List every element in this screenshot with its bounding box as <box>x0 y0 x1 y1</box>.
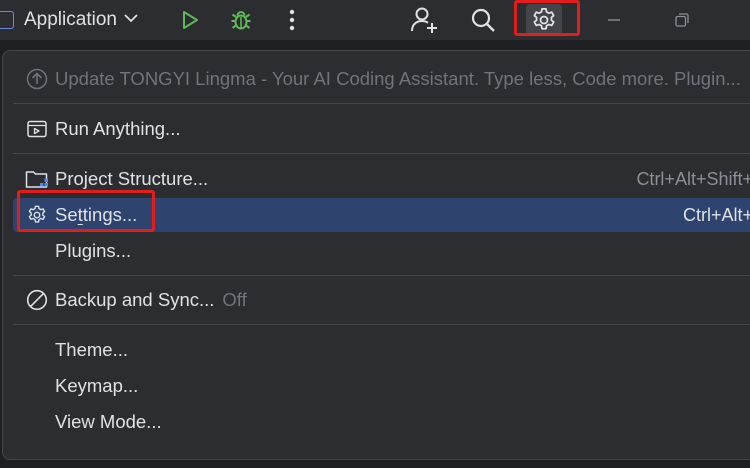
menu-item-view-mode[interactable]: View Mode... <box>13 405 750 439</box>
menu-item-label: Run Anything... <box>55 118 181 139</box>
chevron-down-icon <box>123 10 139 31</box>
menu-item-shortcut: Ctrl+Alt+Shift+ <box>636 168 750 189</box>
settings-toolbar-button[interactable] <box>526 4 562 36</box>
add-user-icon <box>411 7 437 33</box>
restore-icon <box>675 13 689 27</box>
minimize-icon <box>608 19 620 21</box>
label-part: tings... <box>82 204 138 225</box>
more-vertical-icon <box>289 9 295 31</box>
run-config-icon <box>0 11 14 29</box>
debug-icon <box>231 11 251 30</box>
menu-item-run-anything[interactable]: Run Anything... <box>13 112 750 146</box>
minimize-window-button[interactable] <box>598 4 630 36</box>
debug-button[interactable] <box>225 4 257 36</box>
run-icon <box>183 11 198 29</box>
menu-separator <box>13 275 750 276</box>
menu-item-label: Backup and Sync... Off <box>55 289 247 311</box>
run-button[interactable] <box>174 4 206 36</box>
code-with-me-button[interactable] <box>408 4 440 36</box>
menu-item-backup-and-sync[interactable]: Backup and Sync... Off <box>13 283 750 317</box>
label-part: Se <box>55 204 78 225</box>
menu-item-keymap[interactable]: Keymap... <box>13 369 750 403</box>
update-arrow-icon <box>25 67 49 91</box>
main-menu-popup: Update TONGYI Lingma - Your AI Coding As… <box>2 50 750 460</box>
menu-item-label: Update TONGYI Lingma - Your AI Coding As… <box>55 68 741 89</box>
menu-item-settings[interactable]: Settings... Ctrl+Alt+ <box>13 198 750 232</box>
gear-icon <box>25 203 49 227</box>
gear-icon <box>533 8 555 30</box>
menu-separator <box>13 324 750 325</box>
run-anything-icon <box>25 117 49 141</box>
restore-window-button[interactable] <box>666 4 698 36</box>
menu-item-label: Plugins... <box>55 240 132 261</box>
menu-item-plugins[interactable]: Plugins... <box>13 234 750 268</box>
menu-item-theme[interactable]: Theme... <box>13 333 750 367</box>
main-toolbar: Application <box>0 0 750 40</box>
menu-item-label: View Mode... <box>55 411 162 432</box>
disabled-circle-icon <box>25 288 49 312</box>
menu-item-label: Settings... <box>55 204 137 226</box>
menu-separator <box>13 153 750 154</box>
more-actions-button[interactable] <box>276 4 308 36</box>
project-structure-icon <box>25 167 49 191</box>
menu-item-project-structure[interactable]: Project Structure... Ctrl+Alt+Shift+ <box>13 162 750 196</box>
run-configuration-selector[interactable]: Application <box>0 7 139 33</box>
menu-item-label: Theme... <box>55 339 128 360</box>
search-icon <box>471 8 495 32</box>
backup-label: Backup and Sync... <box>55 289 215 310</box>
search-everywhere-button[interactable] <box>467 4 499 36</box>
menu-item-shortcut: Ctrl+Alt+ <box>682 204 750 225</box>
menu-separator <box>13 103 750 104</box>
backup-status: Off <box>222 289 247 310</box>
menu-item-label: Project Structure... <box>55 168 209 189</box>
run-config-label: Application <box>24 9 117 30</box>
menu-item-label: Keymap... <box>55 375 139 396</box>
menu-item-update-plugin[interactable]: Update TONGYI Lingma - Your AI Coding As… <box>13 62 750 96</box>
